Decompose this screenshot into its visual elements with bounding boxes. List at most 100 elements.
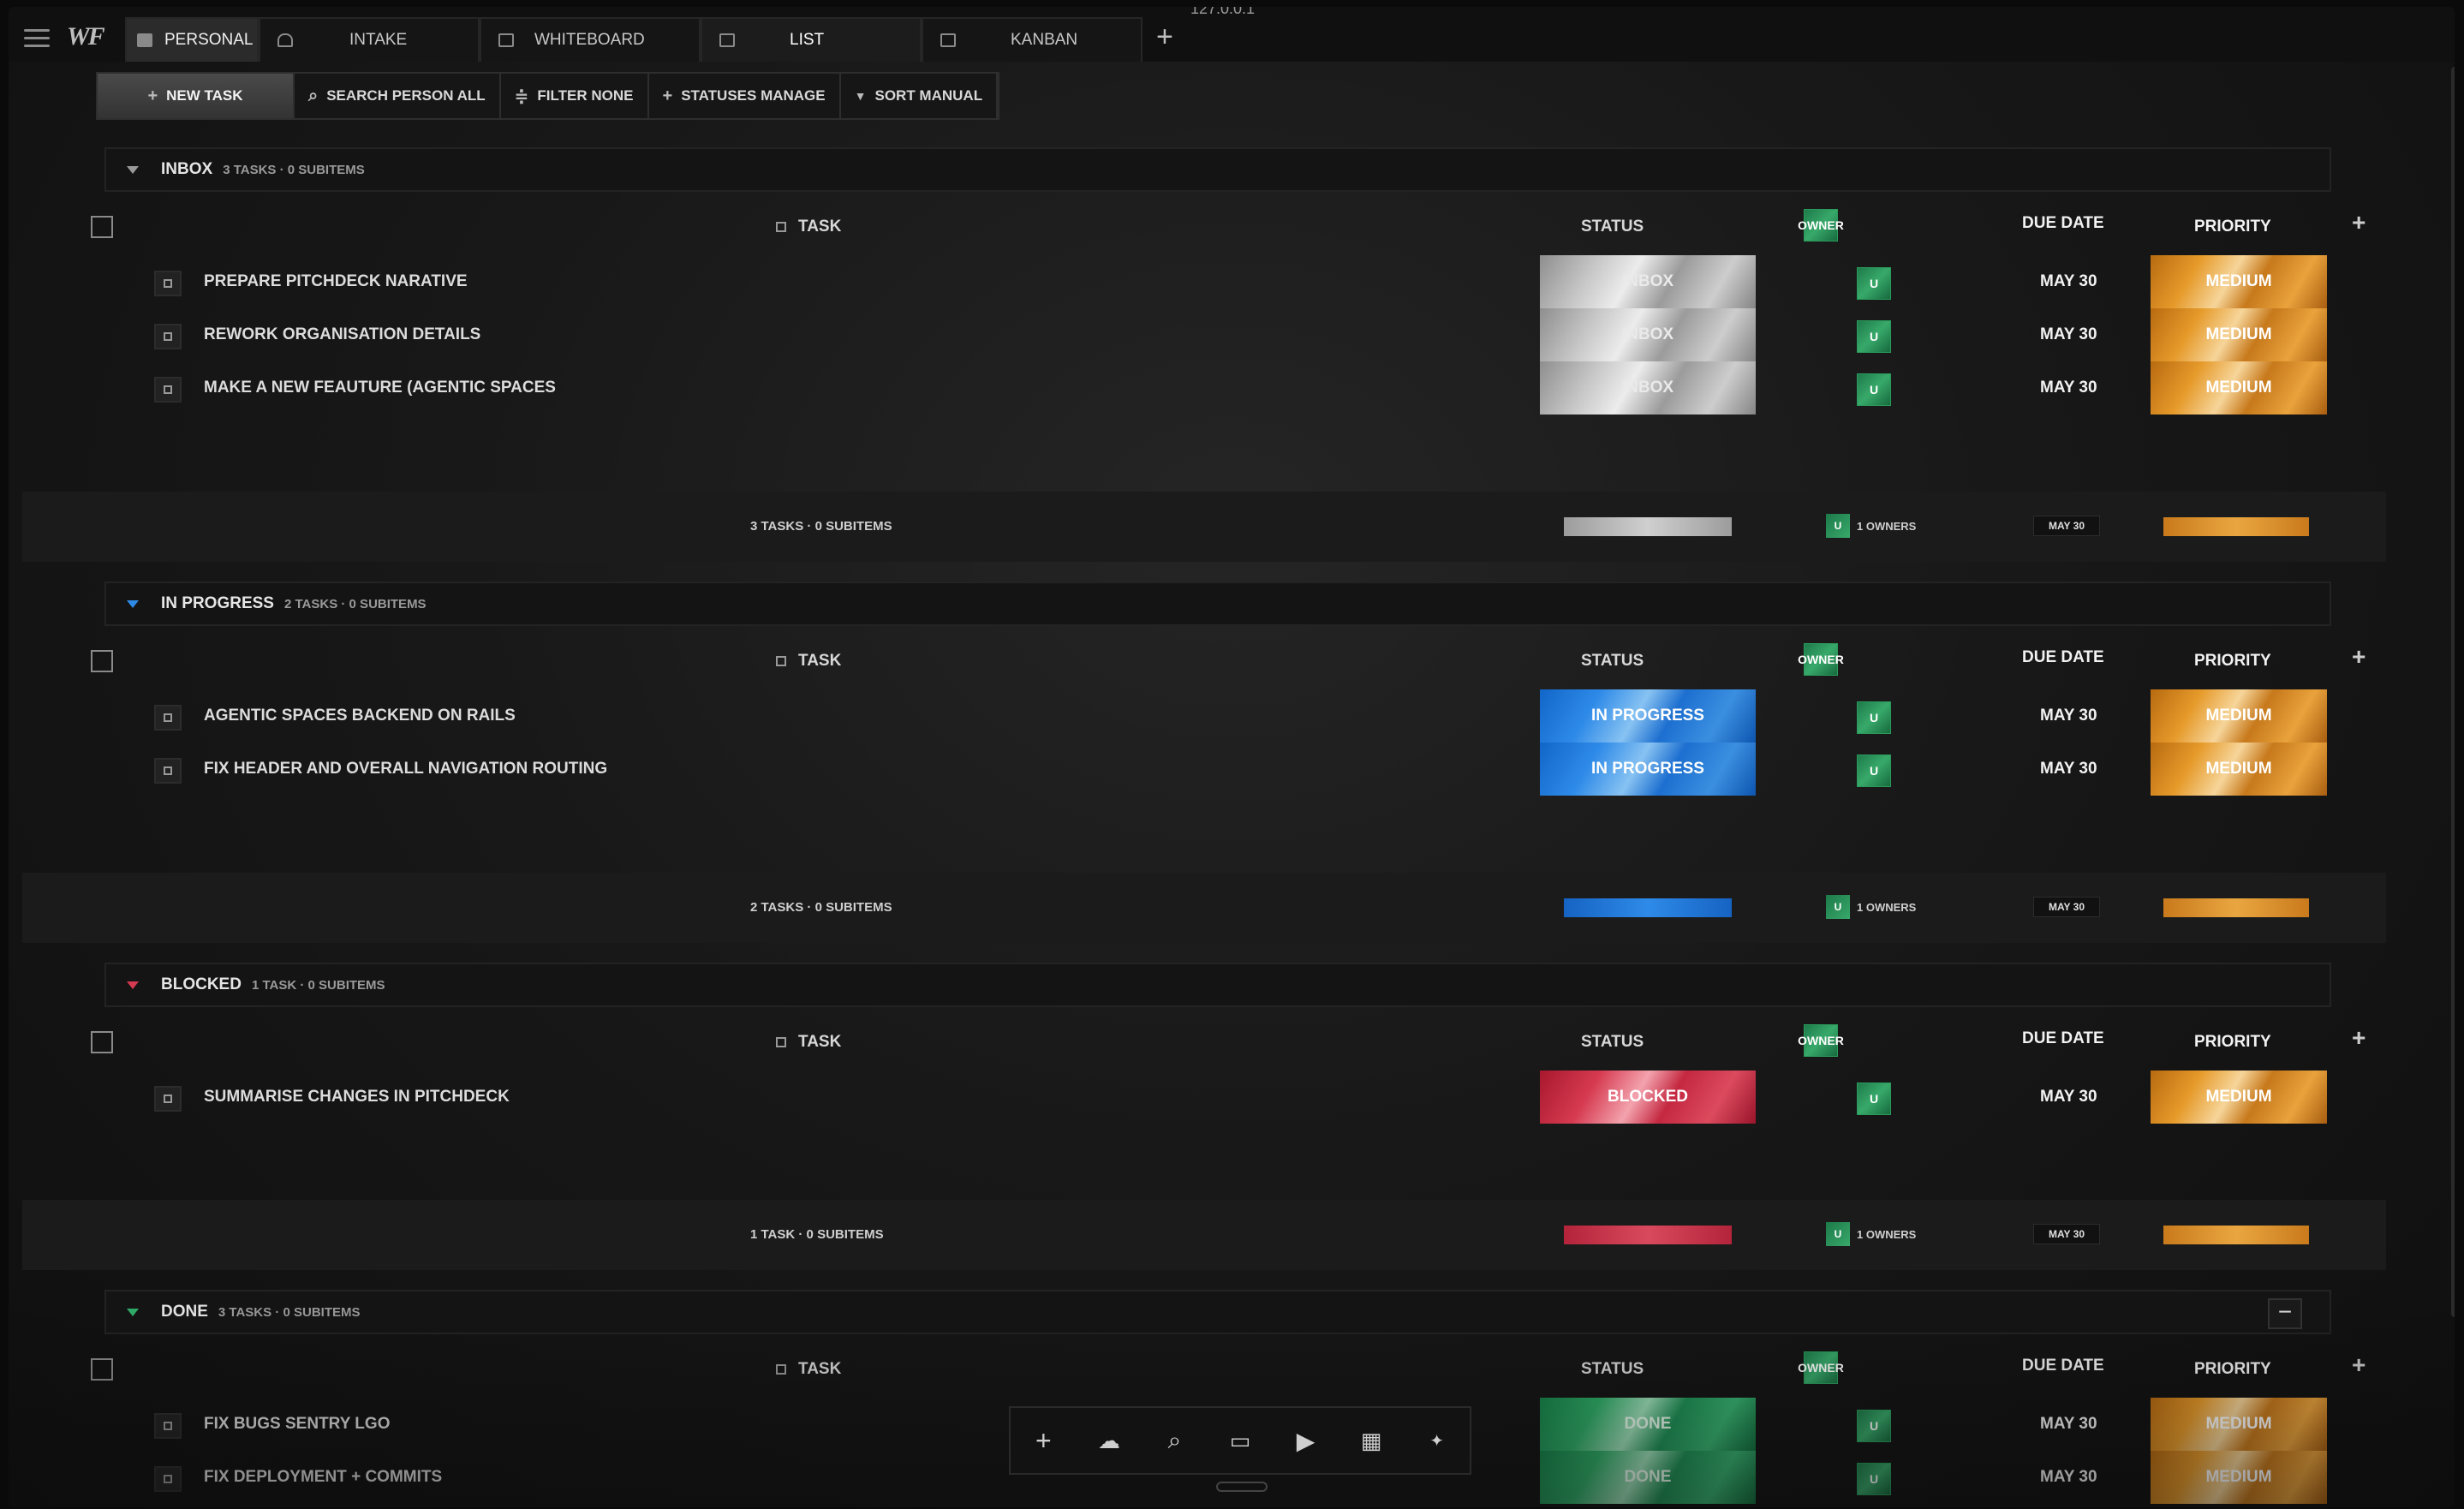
grid-icon[interactable]: ▦ <box>1347 1428 1395 1454</box>
group-header-done[interactable]: DONE 3 TASKS · 0 SUBITEMS − <box>104 1290 2331 1334</box>
avatar[interactable]: U <box>1857 320 1891 353</box>
task-icon[interactable] <box>154 758 182 784</box>
priority-badge[interactable]: MEDIUM <box>2151 1398 2327 1451</box>
avatar[interactable]: U <box>1857 701 1891 734</box>
status-badge[interactable]: DONE <box>1540 1451 1756 1504</box>
avatar[interactable]: U <box>1857 1463 1891 1495</box>
select-all-checkbox[interactable] <box>91 650 113 672</box>
status-badge[interactable]: DONE <box>1540 1398 1756 1451</box>
task-icon[interactable] <box>154 271 182 296</box>
task-icon[interactable] <box>154 705 182 731</box>
add-column-button[interactable]: + <box>2352 209 2366 236</box>
priority-badge[interactable]: MEDIUM <box>2151 308 2327 361</box>
priority-badge[interactable]: MEDIUM <box>2151 743 2327 796</box>
status-badge[interactable]: IN PROGRESS <box>1540 743 1756 796</box>
avatar[interactable]: U <box>1857 267 1891 300</box>
task-name[interactable]: REWORK ORGANISATION DETAILS <box>204 325 480 344</box>
group-header-in-progress[interactable]: IN PROGRESS 2 TASKS · 0 SUBITEMS <box>104 582 2331 626</box>
task-icon[interactable] <box>154 1466 182 1492</box>
avatar[interactable]: U <box>1857 1410 1891 1442</box>
task-icon[interactable] <box>154 324 182 349</box>
column-status[interactable]: STATUS <box>1581 652 1644 671</box>
column-priority[interactable]: PRIORITY <box>2194 652 2271 671</box>
table-row[interactable]: AGENTIC SPACES BACKEND ON RAILS IN PROGR… <box>22 689 2386 743</box>
select-all-checkbox[interactable] <box>91 1358 113 1381</box>
cloud-icon[interactable]: ☁ <box>1085 1428 1133 1454</box>
column-owner[interactable]: OWNER <box>1798 643 1844 676</box>
group-header-blocked[interactable]: BLOCKED 1 TASK · 0 SUBITEMS <box>104 963 2331 1007</box>
column-task[interactable]: TASK <box>776 1033 841 1052</box>
priority-badge[interactable]: MEDIUM <box>2151 1071 2327 1124</box>
column-due-date[interactable]: DUE DATE <box>2022 1029 2104 1048</box>
menu-icon[interactable] <box>24 29 50 52</box>
scrollbar[interactable] <box>2451 67 2455 1317</box>
statuses-manage-button[interactable]: + STATUSES MANAGE <box>649 74 841 118</box>
priority-badge[interactable]: MEDIUM <box>2151 361 2327 415</box>
chat-icon[interactable]: ▭ <box>1216 1428 1264 1454</box>
column-priority[interactable]: PRIORITY <box>2194 218 2271 236</box>
app-logo[interactable]: WF <box>67 22 105 51</box>
status-badge[interactable]: BLOCKED <box>1540 1071 1756 1124</box>
avatar[interactable]: U <box>1857 373 1891 406</box>
status-badge[interactable]: IN PROGRESS <box>1540 689 1756 743</box>
task-name[interactable]: PREPARE PITCHDECK NARATIVE <box>204 272 468 291</box>
status-badge[interactable]: INBOX <box>1540 308 1756 361</box>
sparkle-icon[interactable]: ✦ <box>1413 1430 1461 1452</box>
add-column-button[interactable]: + <box>2352 1024 2366 1052</box>
task-name[interactable]: AGENTIC SPACES BACKEND ON RAILS <box>204 707 516 725</box>
table-row[interactable]: PREPARE PITCHDECK NARATIVE INBOX U MAY 3… <box>22 255 2386 308</box>
collapse-triangle-icon[interactable] <box>127 165 139 174</box>
column-priority[interactable]: PRIORITY <box>2194 1033 2271 1052</box>
task-name[interactable]: SUMMARISE CHANGES IN PITCHDECK <box>204 1088 510 1106</box>
play-icon[interactable]: ▶ <box>1282 1427 1330 1455</box>
add-column-button[interactable]: + <box>2352 643 2366 671</box>
due-date[interactable]: MAY 30 <box>2040 760 2097 778</box>
sort-button[interactable]: ▼ SORT MANUAL <box>841 74 999 118</box>
column-task[interactable]: TASK <box>776 218 841 236</box>
table-row[interactable]: FIX HEADER AND OVERALL NAVIGATION ROUTIN… <box>22 743 2386 796</box>
tab-list[interactable]: LIST <box>701 17 922 62</box>
tab-intake[interactable]: INTAKE <box>259 17 480 62</box>
column-priority[interactable]: PRIORITY <box>2194 1360 2271 1379</box>
column-due-date[interactable]: DUE DATE <box>2022 214 2104 233</box>
task-name[interactable]: MAKE A NEW FEAUTURE (AGENTIC SPACES <box>204 379 556 397</box>
status-badge[interactable]: INBOX <box>1540 255 1756 308</box>
task-name[interactable]: FIX BUGS SENTRY LGO <box>204 1415 390 1434</box>
tab-kanban[interactable]: KANBAN <box>922 17 1143 62</box>
group-header-inbox[interactable]: INBOX 3 TASKS · 0 SUBITEMS <box>104 147 2331 192</box>
column-task[interactable]: TASK <box>776 652 841 671</box>
table-row[interactable]: REWORK ORGANISATION DETAILS INBOX U MAY … <box>22 308 2386 361</box>
priority-badge[interactable]: MEDIUM <box>2151 1451 2327 1504</box>
column-status[interactable]: STATUS <box>1581 1360 1644 1379</box>
due-date[interactable]: MAY 30 <box>2040 1415 2097 1434</box>
due-date[interactable]: MAY 30 <box>2040 325 2097 344</box>
avatar[interactable]: U <box>1857 1083 1891 1115</box>
due-date[interactable]: MAY 30 <box>2040 379 2097 397</box>
tab-whiteboard[interactable]: WHITEBOARD <box>480 17 701 62</box>
due-date[interactable]: MAY 30 <box>2040 272 2097 291</box>
due-date[interactable]: MAY 30 <box>2040 1088 2097 1106</box>
due-date[interactable]: MAY 30 <box>2040 1468 2097 1487</box>
column-due-date[interactable]: DUE DATE <box>2022 1357 2104 1375</box>
column-status[interactable]: STATUS <box>1581 1033 1644 1052</box>
column-task[interactable]: TASK <box>776 1360 841 1379</box>
column-due-date[interactable]: DUE DATE <box>2022 648 2104 667</box>
add-column-button[interactable]: + <box>2352 1351 2366 1379</box>
priority-badge[interactable]: MEDIUM <box>2151 255 2327 308</box>
collapse-triangle-icon[interactable] <box>127 1308 139 1316</box>
plus-icon[interactable]: + <box>1019 1425 1067 1457</box>
column-owner[interactable]: OWNER <box>1798 1351 1844 1384</box>
search-person-button[interactable]: ⌕ SEARCH PERSON ALL <box>295 74 501 118</box>
search-icon[interactable]: ⌕ <box>1150 1427 1198 1455</box>
task-icon[interactable] <box>154 1086 182 1112</box>
task-name[interactable]: FIX DEPLOYMENT + COMMITS <box>204 1468 442 1487</box>
task-name[interactable]: FIX HEADER AND OVERALL NAVIGATION ROUTIN… <box>204 760 607 778</box>
filter-button[interactable]: ≑ FILTER NONE <box>501 74 649 118</box>
table-row[interactable]: SUMMARISE CHANGES IN PITCHDECK BLOCKED U… <box>22 1071 2386 1124</box>
collapse-group-button[interactable]: − <box>2268 1298 2302 1329</box>
select-all-checkbox[interactable] <box>91 216 113 238</box>
table-row[interactable]: MAKE A NEW FEAUTURE (AGENTIC SPACES INBO… <box>22 361 2386 415</box>
new-task-button[interactable]: + NEW TASK <box>98 74 295 118</box>
dock-handle[interactable] <box>1216 1482 1268 1492</box>
task-icon[interactable] <box>154 377 182 403</box>
